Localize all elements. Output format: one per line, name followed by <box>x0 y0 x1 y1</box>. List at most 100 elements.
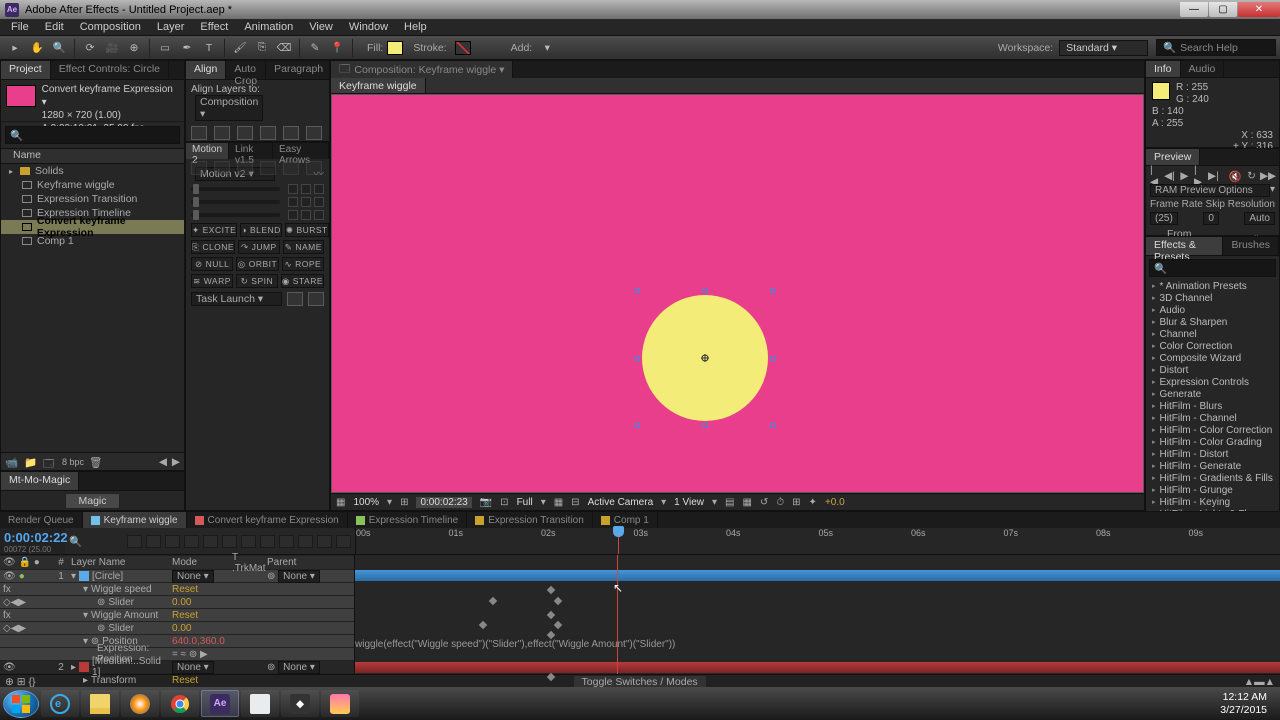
effect-category[interactable]: Channel <box>1146 328 1279 340</box>
tab-align[interactable]: Align <box>186 61 226 79</box>
project-item[interactable]: Keyframe wiggle <box>1 178 184 192</box>
stroke-swatch[interactable] <box>455 41 471 55</box>
taskbar-ie[interactable]: e <box>41 690 79 717</box>
menu-help[interactable]: Help <box>396 19 435 35</box>
tab-preview[interactable]: Preview <box>1146 149 1200 165</box>
panbehind-tool-icon[interactable]: ⊕ <box>126 40 142 56</box>
zoom-tool-icon[interactable]: 🔍 <box>51 40 67 56</box>
menu-file[interactable]: File <box>3 19 37 35</box>
camera-tool-icon[interactable]: 🎥 <box>104 40 120 56</box>
shape-tool-icon[interactable]: ▭ <box>157 40 173 56</box>
taskbar-explorer[interactable] <box>81 690 119 717</box>
fill-swatch[interactable] <box>387 41 403 55</box>
comp-tab[interactable]: 🗔Composition: Keyframe wiggle ▾ <box>331 61 513 78</box>
first-frame-icon[interactable]: |◀ <box>1150 170 1159 182</box>
bpc[interactable]: 8 bpc <box>62 457 84 467</box>
trash-icon[interactable]: 🗑 <box>89 456 103 468</box>
tab-effect-controls[interactable]: Effect Controls: Circle <box>51 61 169 79</box>
ram-options[interactable]: RAM Preview Options <box>1150 184 1270 197</box>
project-col-name[interactable]: Name <box>1 148 184 164</box>
search-icon[interactable]: 🔍 <box>69 535 82 548</box>
effect-category[interactable]: Expression Controls <box>1146 376 1279 388</box>
maximize-button[interactable]: ▢ <box>1209 2 1237 17</box>
exposure-input[interactable]: +0.0 <box>825 497 845 508</box>
reset-icon[interactable]: ↺ <box>760 497 768 508</box>
taskbar-wmp[interactable] <box>121 690 159 717</box>
effect-category[interactable]: Composite Wizard <box>1146 352 1279 364</box>
eraser-tool-icon[interactable]: ⌫ <box>276 40 292 56</box>
name-button[interactable]: ✎ NAME <box>283 240 324 254</box>
alpha-icon[interactable]: ▤ <box>725 497 734 508</box>
roto-tool-icon[interactable]: ✎ <box>307 40 323 56</box>
jump-button[interactable]: ↷ JUMP <box>238 240 279 254</box>
tab-motion2[interactable]: Motion 2 <box>186 143 229 159</box>
puppet-tool-icon[interactable]: 📍 <box>329 40 345 56</box>
timecode-display[interactable]: 0:00:02:23 <box>416 497 471 508</box>
newfolder-icon[interactable]: 📁 <box>24 456 38 468</box>
fast-icon[interactable]: ✦ <box>809 497 817 508</box>
project-item[interactable]: Expression Transition <box>1 192 184 206</box>
tl-opt-icon[interactable] <box>127 535 142 548</box>
tab-autocrop[interactable]: Auto Crop <box>226 61 266 79</box>
taskbar-app2[interactable]: ◆ <box>281 690 319 717</box>
time-ruler[interactable]: 00s01s02s03s04s05s06s07s08s09s10s <box>355 528 1280 554</box>
effect-category[interactable]: * Animation Presets <box>1146 280 1279 292</box>
timeline-tab[interactable]: Convert keyframe Expression <box>187 512 348 528</box>
project-item-selected[interactable]: Convert keyframe Expression <box>1 220 184 234</box>
camera-select[interactable]: Active Camera <box>588 497 654 508</box>
tab-project[interactable]: Project <box>1 61 51 79</box>
last-frame-icon[interactable]: ▶| <box>1208 170 1219 182</box>
newcomp-icon[interactable]: 🗔 <box>43 456 57 468</box>
effect-category[interactable]: Audio <box>1146 304 1279 316</box>
pixel-icon[interactable]: ⊞ <box>792 497 800 508</box>
composition-viewer[interactable] <box>331 94 1144 493</box>
snapshot-icon[interactable]: 📷 <box>480 497 492 508</box>
tab-link[interactable]: Link v1.5 <box>229 143 273 159</box>
tab-momagic[interactable]: Mt-Mo-Magic <box>1 472 79 490</box>
anchor-point-icon[interactable] <box>701 354 709 362</box>
playhead[interactable] <box>618 528 619 554</box>
menu-view[interactable]: View <box>301 19 341 35</box>
rope-button[interactable]: ∿ ROPE <box>282 257 324 271</box>
menu-effect[interactable]: Effect <box>192 19 236 35</box>
timeline-tab[interactable]: Comp 1 <box>593 512 658 528</box>
effect-category[interactable]: Blur & Sharpen <box>1146 316 1279 328</box>
taskbar-app[interactable] <box>241 690 279 717</box>
toggle-switches[interactable]: Toggle Switches / Modes <box>574 676 706 688</box>
help-search[interactable]: 🔍Search Help <box>1156 39 1276 56</box>
ram-icon[interactable]: ▶▶ <box>1261 170 1275 182</box>
align-right-icon[interactable] <box>237 126 253 140</box>
align-left-icon[interactable] <box>191 126 207 140</box>
project-search[interactable]: 🔍 <box>5 126 180 144</box>
comp-subtab[interactable]: Keyframe wiggle <box>331 78 426 93</box>
next-frame-icon[interactable]: |▶ <box>1194 170 1203 182</box>
effect-category[interactable]: HitFilm - Blurs <box>1146 400 1279 412</box>
timeline-icon[interactable]: ⏱ <box>776 497 784 508</box>
effect-category[interactable]: HitFilm - Channel <box>1146 412 1279 424</box>
grid-icon[interactable]: ▦ <box>336 497 345 508</box>
taskbar-ae[interactable]: Ae <box>201 690 239 717</box>
workspace-select[interactable]: Standard ▾ <box>1059 40 1148 56</box>
align-hcenter-icon[interactable] <box>214 126 230 140</box>
clone-tool-icon[interactable]: ⎘ <box>254 40 270 56</box>
interpret-icon[interactable]: 📹 <box>5 456 19 468</box>
guides-icon[interactable]: ▦ <box>554 497 563 508</box>
current-time[interactable]: 0:00:02:22 <box>4 530 61 545</box>
magic-button[interactable]: Magic <box>65 493 119 509</box>
effect-category[interactable]: Color Correction <box>1146 340 1279 352</box>
loop-icon[interactable]: ↻ <box>1247 170 1256 182</box>
project-item-solids[interactable]: Solids <box>1 164 184 178</box>
tab-paragraph[interactable]: Paragraph <box>266 61 332 79</box>
zoom-select[interactable]: 100% <box>353 497 379 508</box>
effect-category[interactable]: HitFilm - Distort <box>1146 448 1279 460</box>
selection-tool-icon[interactable]: ▸ <box>7 40 23 56</box>
mute-icon[interactable]: 🔇 <box>1229 170 1242 182</box>
timeline-tracks[interactable]: wiggle(effect("Wiggle speed")("Slider"),… <box>355 555 1280 674</box>
tasklaunch-select[interactable]: Task Launch ▾ <box>191 292 282 306</box>
motion-slider[interactable] <box>191 187 280 191</box>
align-vcenter-icon[interactable] <box>283 126 299 140</box>
layer-bar-solid[interactable] <box>355 662 1280 673</box>
tab-info[interactable]: Info <box>1146 61 1181 77</box>
tab-audio[interactable]: Audio <box>1181 61 1225 77</box>
effect-category[interactable]: HitFilm - Keying <box>1146 496 1279 508</box>
